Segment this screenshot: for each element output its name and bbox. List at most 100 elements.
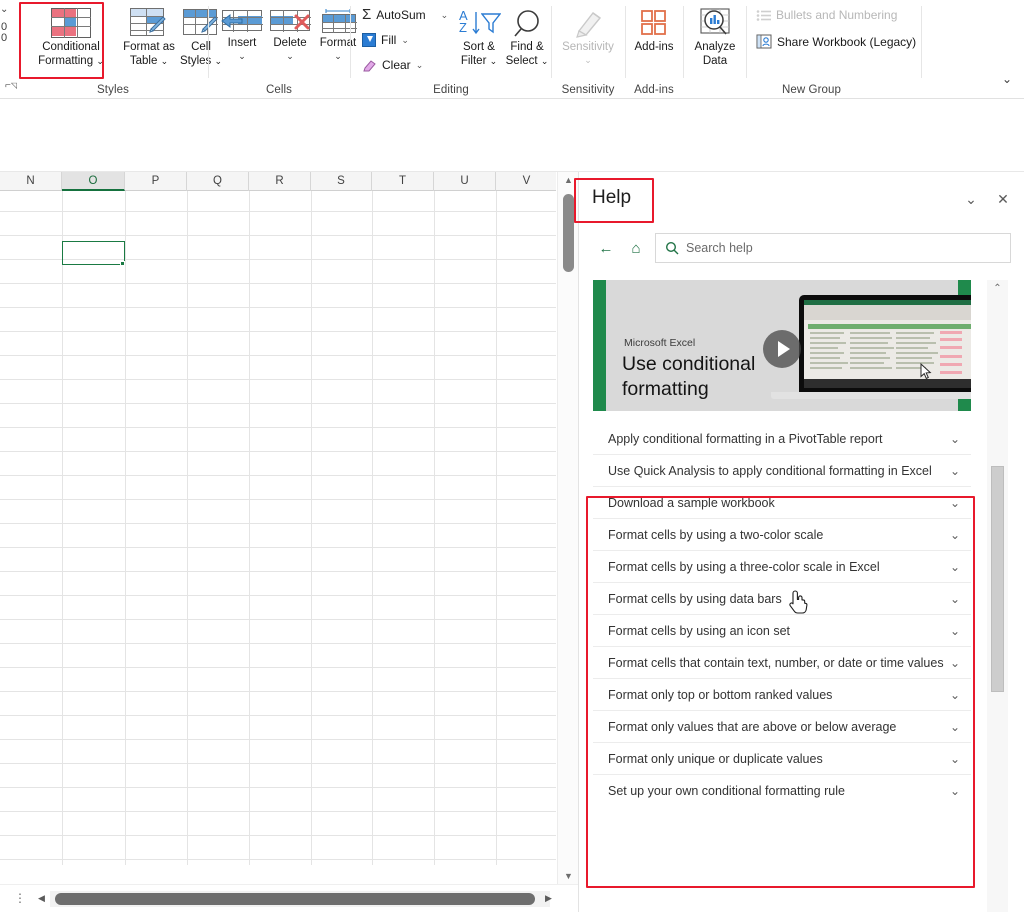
help-scroll-thumb[interactable] [991,466,1004,692]
column-header-s[interactable]: S [311,172,372,191]
help-topics-list: Apply conditional formatting in a PivotT… [593,423,971,807]
sheet-tab-split-handle[interactable]: ⋮ [14,891,26,905]
hscroll-left-arrow[interactable]: ◀ [38,893,45,904]
sheet-horizontal-scrollbar[interactable]: ⋮ ◀ ▶ [0,884,578,912]
chevron-down-icon: ⌄ [490,56,498,66]
help-scroll-up-arrow[interactable]: ⌃ [987,280,1008,298]
chevron-down-icon[interactable]: ⌄ [950,519,960,551]
help-minimize-button[interactable]: ⌄ [957,185,985,213]
sensitivity-button[interactable]: Sensitivity ⌄ [554,8,622,65]
video-play-button[interactable] [763,330,801,368]
chevron-down-icon: ⌄ [554,55,622,65]
collapse-ribbon-button[interactable]: ⌄ [1002,72,1012,86]
scroll-down-arrow[interactable]: ▼ [558,868,579,884]
sheet-vertical-scrollbar[interactable]: ▲ ▼ [557,172,578,884]
autosum-button[interactable]: Σ AutoSum ⌄ [362,8,448,22]
chevron-down-icon[interactable]: ⌄ [401,35,409,46]
column-header-q[interactable]: Q [187,172,249,191]
chevron-down-icon[interactable]: ⌄ [950,583,960,615]
chevron-down-icon[interactable]: ⌄ [950,551,960,583]
worksheet-grid[interactable]: NOPQRSTUV [0,172,578,884]
group-separator [208,6,209,78]
scroll-up-arrow[interactable]: ▲ [558,172,579,188]
video-laptop-mockup [799,295,971,392]
help-pane-scrollbar[interactable]: ⌃ ⌄ [987,280,1008,912]
help-search-input[interactable]: Search help [655,233,1011,263]
share-workbook-legacy-button[interactable]: Share Workbook (Legacy) [756,34,916,49]
gridline-horizontal [0,715,556,716]
column-header-r[interactable]: R [249,172,311,191]
editing-group-label: Editing [352,84,550,96]
chevron-down-icon[interactable]: ⌄ [950,455,960,487]
help-back-button[interactable]: ← [593,236,619,262]
help-home-button[interactable]: ⌂ [623,236,649,262]
list-item[interactable]: Format cells by using a two-color scale … [593,519,971,551]
topic-label: Format only top or bottom ranked values [608,679,832,711]
chevron-down-icon[interactable]: ⌄ [950,711,960,743]
vertical-scroll-thumb[interactable] [563,194,574,272]
analyze-data-icon [698,8,732,38]
chevron-down-icon: ⌄ [161,56,169,66]
sort-and-filter-button[interactable]: A Z Sort & Filter ⌄ [452,8,506,68]
chevron-down-icon[interactable]: ⌄ [950,615,960,647]
insert-cells-button[interactable]: Insert ⌄ [216,8,268,61]
column-header-t[interactable]: T [372,172,434,191]
add-ins-button[interactable]: Add-ins [628,8,680,55]
list-item[interactable]: Format only unique or duplicate values ⌄ [593,743,971,775]
clear-button[interactable]: Clear ⌄ [362,58,423,72]
chevron-down-icon[interactable]: ⌄ [441,10,449,21]
list-item[interactable]: Format cells by using a three-color scal… [593,551,971,583]
hscroll-right-arrow[interactable]: ▶ [545,893,552,904]
topic-label: Set up your own conditional formatting r… [608,775,845,807]
horizontal-scroll-thumb[interactable] [55,893,535,905]
fill-handle[interactable] [120,261,125,266]
column-header-v[interactable]: V [496,172,558,191]
fill-button[interactable]: Fill ⌄ [362,33,409,47]
chevron-down-icon[interactable]: ⌄ [950,423,960,455]
list-item[interactable]: Format cells that contain text, number, … [593,647,971,679]
help-close-button[interactable]: ✕ [989,185,1017,213]
analyze-data-button[interactable]: Analyze Data [686,8,744,68]
chevron-down-icon[interactable]: ⌄ [950,775,960,807]
selected-cell[interactable] [62,241,125,265]
list-item[interactable]: Format only values that are above or bel… [593,711,971,743]
grid-cells[interactable] [0,191,556,865]
find-select-label-1: Find & [500,41,554,55]
chevron-down-icon[interactable]: ⌄ [950,487,960,519]
gridline-horizontal [0,571,556,572]
help-video-card[interactable]: Microsoft Excel Use conditional formatti… [593,280,971,411]
column-header-p[interactable]: P [125,172,187,191]
chevron-down-icon[interactable]: ⌄ [950,647,960,679]
column-header-u[interactable]: U [434,172,496,191]
gridline-horizontal [0,331,556,332]
column-header-o[interactable]: O [62,172,125,191]
chevron-down-icon[interactable]: ⌄ [950,743,960,775]
mock-header-row [808,324,971,329]
list-item[interactable]: Apply conditional formatting in a PivotT… [593,423,971,455]
list-item[interactable]: Use Quick Analysis to apply conditional … [593,455,971,487]
find-and-select-button[interactable]: Find & Select ⌄ [500,8,554,68]
addins-group-label: Add-ins [626,84,682,96]
list-item[interactable]: Format only top or bottom ranked values … [593,679,971,711]
chevron-down-icon[interactable]: ⌄ [416,60,424,71]
gridline-horizontal [0,451,556,452]
gridline-horizontal [0,691,556,692]
ribbon-left-partial-caret[interactable]: ⌄ [0,4,8,15]
ribbon-group-styles: Conditional Formatting ⌄ [20,0,206,99]
sensitivity-group-label: Sensitivity [552,84,624,96]
conditional-formatting-icon [51,8,91,38]
list-item[interactable]: Set up your own conditional formatting r… [593,775,971,807]
list-item[interactable]: Format cells by using data bars ⌄ [593,583,971,615]
gridline-horizontal [0,547,556,548]
column-headers: NOPQRSTUV [0,172,556,191]
video-laptop-stand [771,392,971,399]
insert-cells-label: Insert [216,37,268,51]
list-item[interactable]: Format cells by using an icon set ⌄ [593,615,971,647]
find-select-label-2: Select [506,55,538,67]
list-item[interactable]: Download a sample workbook ⌄ [593,487,971,519]
styles-dialog-launcher[interactable]: ⌐◹ [5,80,17,91]
chevron-down-icon[interactable]: ⌄ [950,679,960,711]
video-brand-label: Microsoft Excel [624,337,695,349]
column-header-n[interactable]: N [0,172,62,191]
analyze-data-label-2: Data [686,55,744,69]
